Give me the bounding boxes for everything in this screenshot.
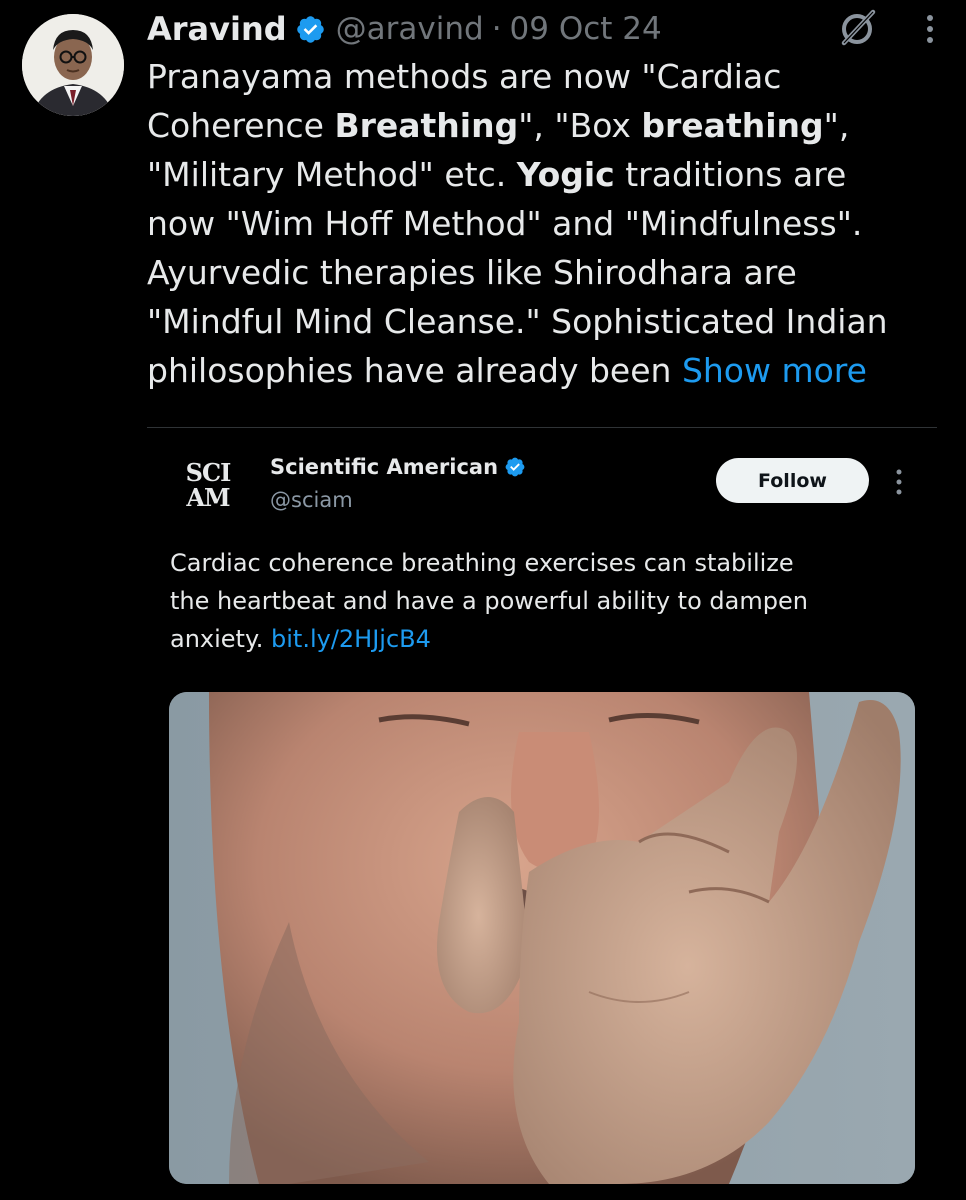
more-options-icon[interactable]	[924, 10, 936, 48]
highlight-word: Yogic	[516, 155, 615, 194]
quoted-author-row: Scientific American	[270, 455, 526, 479]
quoted-author-handle[interactable]: @sciam	[270, 488, 353, 512]
quoted-tweet-image[interactable]	[169, 692, 915, 1184]
quoted-text-line: anxiety. bit.ly/2HJjcB4	[170, 625, 431, 653]
quoted-text-line: the heartbeat and have a powerful abilit…	[170, 587, 808, 615]
tweet-text-line: philosophies have already been Show more	[147, 351, 867, 390]
verified-badge-icon	[296, 15, 324, 43]
tweet-text-line: Ayurvedic therapies like Shirodhara are	[147, 253, 797, 292]
tweet-header: Aravind @aravind · 09 Oct 24	[147, 4, 946, 54]
author-name[interactable]: Aravind	[147, 10, 287, 48]
tweet-text-line: Pranayama methods are now "Cardiac	[147, 57, 782, 96]
quoted-author-name[interactable]: Scientific American	[270, 455, 498, 479]
tweet-text-line: "Military Method" etc. Yogic traditions …	[147, 155, 847, 194]
tweet-date[interactable]: 09 Oct 24	[510, 11, 662, 47]
highlight-word: Breathing	[334, 106, 519, 145]
follow-button[interactable]: Follow	[716, 458, 869, 503]
highlight-word: breathing	[641, 106, 824, 145]
author-avatar[interactable]	[22, 14, 124, 116]
quoted-text-line: Cardiac coherence breathing exercises ca…	[170, 549, 794, 577]
quoted-tweet-text: Cardiac coherence breathing exercises ca…	[170, 544, 930, 658]
tweet-text-line: Coherence Breathing", "Box breathing",	[147, 106, 850, 145]
verified-badge-icon	[505, 457, 525, 477]
sciam-logo[interactable]: SCI AM	[178, 460, 238, 516]
author-handle[interactable]: @aravind	[336, 11, 484, 47]
separator-dot: ·	[491, 11, 502, 47]
grok-icon[interactable]	[838, 8, 878, 48]
more-options-icon[interactable]	[894, 467, 904, 497]
tweet-text: Pranayama methods are now "Cardiac Coher…	[147, 52, 947, 395]
quote-divider	[147, 427, 937, 428]
tweet-text-line: "Mindful Mind Cleanse." Sophisticated In…	[147, 302, 888, 341]
show-more-link[interactable]: Show more	[682, 351, 867, 390]
tweet-text-line: now "Wim Hoff Method" and "Mindfulness".	[147, 204, 863, 243]
quoted-link[interactable]: bit.ly/2HJjcB4	[271, 625, 431, 653]
